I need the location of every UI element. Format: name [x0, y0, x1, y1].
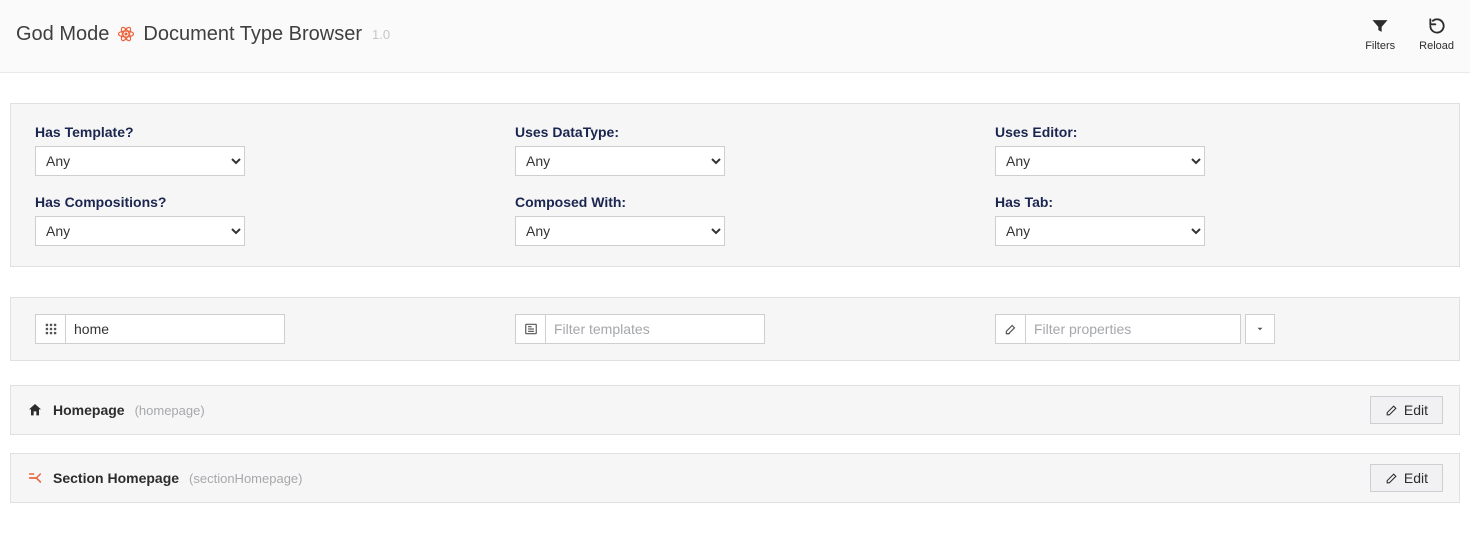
edit-label: Edit — [1404, 470, 1428, 486]
atom-icon — [117, 25, 135, 43]
result-row: Homepage (homepage) Edit — [10, 385, 1460, 435]
edit-label: Edit — [1404, 402, 1428, 418]
search-templates-group — [515, 314, 955, 344]
templates-filter-input[interactable] — [545, 314, 765, 344]
composed-with-select[interactable]: Any — [515, 216, 725, 246]
edit-field-icon — [995, 314, 1025, 344]
results-list: Homepage (homepage) Edit — [10, 385, 1460, 503]
reload-label: Reload — [1419, 40, 1454, 52]
result-alias: (sectionHomepage) — [189, 471, 302, 486]
filter-composed-with: Composed With: Any — [515, 194, 955, 246]
uses-editor-select[interactable]: Any — [995, 146, 1205, 176]
page-title-block: God Mode Document Type Browser 1.0 — [16, 23, 390, 46]
search-properties-group — [995, 314, 1435, 344]
filter-uses-editor: Uses Editor: Any — [995, 124, 1435, 176]
uses-editor-label: Uses Editor: — [995, 124, 1435, 140]
grid-icon — [35, 314, 65, 344]
has-template-label: Has Template? — [35, 124, 475, 140]
properties-filter-input[interactable] — [1025, 314, 1241, 344]
home-icon — [27, 402, 43, 418]
page-header: God Mode Document Type Browser 1.0 Filte… — [0, 0, 1470, 73]
search-name-group — [35, 314, 475, 344]
name-filter-input[interactable] — [65, 314, 285, 344]
has-compositions-label: Has Compositions? — [35, 194, 475, 210]
composed-with-label: Composed With: — [515, 194, 955, 210]
filters-button[interactable]: Filters — [1365, 16, 1395, 52]
result-name: Homepage — [53, 402, 125, 418]
header-actions: Filters Reload — [1365, 16, 1454, 52]
filter-has-template: Has Template? Any — [35, 124, 475, 176]
has-compositions-select[interactable]: Any — [35, 216, 245, 246]
uses-datatype-select[interactable]: Any — [515, 146, 725, 176]
filter-icon — [1370, 16, 1390, 36]
reload-icon — [1427, 16, 1447, 36]
newspaper-icon — [515, 314, 545, 344]
fork-icon — [27, 470, 43, 486]
properties-filter-caret[interactable] — [1245, 314, 1275, 344]
filter-panel: Has Template? Any Uses DataType: Any Use… — [10, 103, 1460, 267]
edit-button[interactable]: Edit — [1370, 396, 1443, 424]
pencil-icon — [1385, 472, 1398, 485]
has-template-select[interactable]: Any — [35, 146, 245, 176]
page-title: Document Type Browser — [143, 23, 362, 46]
caret-down-icon — [1255, 324, 1265, 334]
has-tab-label: Has Tab: — [995, 194, 1435, 210]
filter-has-tab: Has Tab: Any — [995, 194, 1435, 246]
has-tab-select[interactable]: Any — [995, 216, 1205, 246]
search-panel — [10, 297, 1460, 361]
filter-uses-datatype: Uses DataType: Any — [515, 124, 955, 176]
reload-button[interactable]: Reload — [1419, 16, 1454, 52]
breadcrumb: God Mode — [16, 23, 109, 46]
result-alias: (homepage) — [135, 403, 205, 418]
result-row: Section Homepage (sectionHomepage) Edit — [10, 453, 1460, 503]
edit-button[interactable]: Edit — [1370, 464, 1443, 492]
uses-datatype-label: Uses DataType: — [515, 124, 955, 140]
filter-has-compositions: Has Compositions? Any — [35, 194, 475, 246]
page-version: 1.0 — [372, 27, 390, 42]
filters-label: Filters — [1365, 40, 1395, 52]
pencil-icon — [1385, 404, 1398, 417]
result-name: Section Homepage — [53, 470, 179, 486]
